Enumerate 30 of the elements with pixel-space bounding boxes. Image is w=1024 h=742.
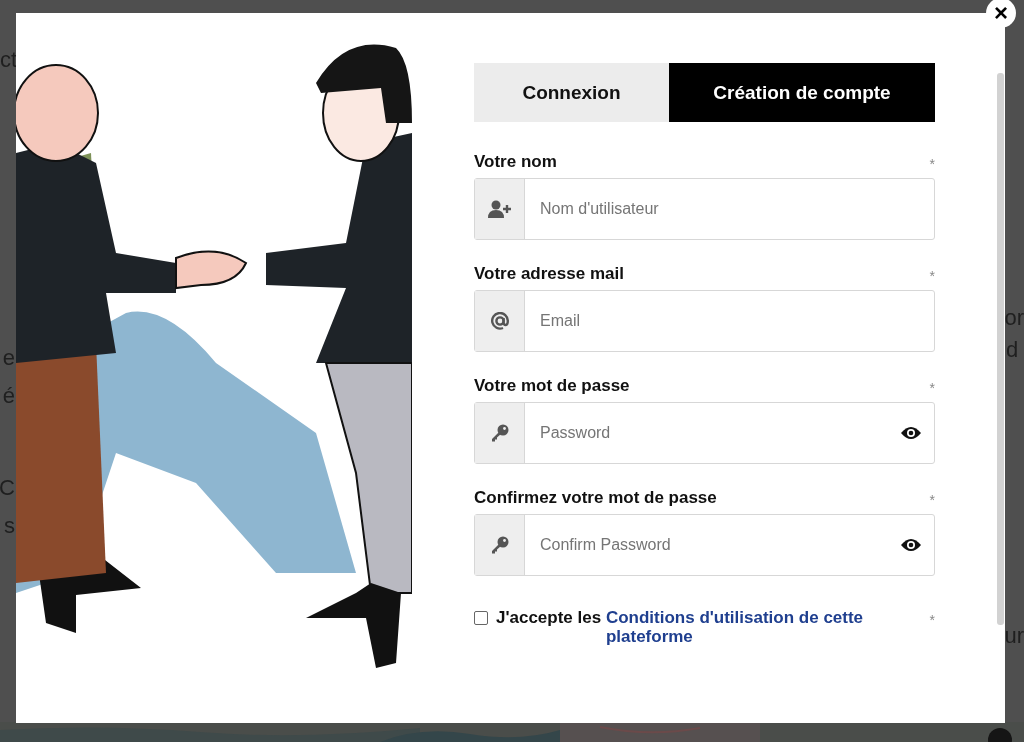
tab[interactable]: Connexion	[474, 63, 669, 122]
text-input[interactable]: Email	[525, 312, 934, 330]
tab[interactable]: Création de compte	[669, 63, 935, 122]
terms-text: J'accepte les Conditions d'utilisation de cette plateforme	[496, 608, 908, 646]
text-input[interactable]: Password	[525, 424, 900, 442]
field-label: Votre nom	[474, 152, 557, 172]
input-field[interactable]: Email	[474, 290, 935, 352]
input-field[interactable]: Confirm Password	[474, 514, 935, 576]
terms-link[interactable]: Conditions d'utilisation de cette plateforme	[605, 608, 906, 646]
required-mark: *	[929, 492, 935, 508]
checkbox[interactable]	[474, 611, 488, 625]
text-input[interactable]: Confirm Password	[525, 536, 900, 554]
text-input[interactable]: Nom d'utilisateur	[525, 200, 934, 218]
required-mark: *	[929, 380, 935, 396]
key-icon	[490, 424, 509, 442]
eye-icon[interactable]	[900, 426, 922, 440]
input-field[interactable]: Nom d'utilisateur	[474, 178, 935, 240]
field-label: Votre adresse mail	[474, 264, 624, 284]
close-button[interactable]: ×	[986, 0, 1016, 28]
scrollbar[interactable]	[997, 73, 1004, 625]
required-mark: *	[929, 612, 935, 628]
user-plus-icon	[487, 200, 512, 218]
input-field[interactable]: Password	[474, 402, 935, 464]
field-label: Confirmez votre mot de passe	[474, 488, 717, 508]
required-mark: *	[929, 156, 935, 172]
field-label: Votre mot de passe	[474, 376, 630, 396]
required-mark: *	[929, 268, 935, 284]
eye-icon[interactable]	[900, 538, 922, 552]
at-icon	[490, 312, 509, 330]
key-icon	[490, 536, 509, 554]
